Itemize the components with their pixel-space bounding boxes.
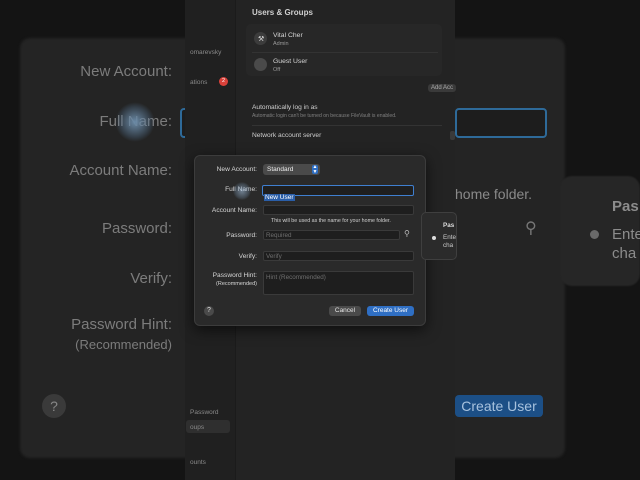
bg-key-icon: ⚲ (525, 220, 537, 237)
account-name-hint: This will be used as the name for your h… (271, 218, 391, 224)
cursor-highlight (233, 182, 251, 200)
divider (252, 125, 442, 126)
password-placeholder: Required (266, 232, 292, 239)
guest-user-status: Off (273, 67, 281, 73)
bg-cursor-highlight (115, 102, 155, 142)
network-server-button[interactable] (450, 131, 455, 140)
bg-hint-label: Password Hint: (71, 316, 172, 333)
sidebar-item-notifications[interactable]: ations (190, 79, 207, 86)
hint-sublabel: (Recommended) (216, 281, 257, 287)
verify-label: Verify: (238, 253, 257, 260)
new-account-dialog: New Account: Standard ▲▼ Full Name: New … (194, 155, 426, 326)
account-name-label: Account Name: (211, 207, 257, 214)
create-user-button[interactable]: Create User (367, 306, 414, 316)
bg-full-name-field-right (455, 108, 547, 138)
guest-user-name[interactable]: Guest User (273, 58, 307, 65)
user-name[interactable]: Vital Cher (273, 32, 303, 39)
verify-field[interactable]: Verify (263, 251, 414, 261)
bg-hint-sublabel: (Recommended) (75, 337, 172, 352)
cancel-button[interactable]: Cancel (329, 306, 361, 316)
account-name-field[interactable] (263, 205, 414, 215)
auto-login-label: Automatically log in as (252, 104, 318, 111)
verify-placeholder: Verify (266, 253, 282, 260)
bg-new-account-label: New Account: (80, 63, 172, 80)
new-account-label: New Account: (216, 166, 257, 173)
page-title: Users & Groups (252, 8, 313, 17)
bg-popover-title: Pas (612, 198, 639, 215)
hint-placeholder: Hint (Recommended) (266, 274, 326, 281)
sidebar-item-accounts[interactable]: ounts (190, 459, 206, 466)
full-name-value: New User (264, 194, 295, 201)
hint-label: Password Hint: (212, 272, 257, 279)
divider (252, 52, 438, 53)
auto-login-note: Automatic login can't be turned on becau… (252, 113, 397, 119)
chevron-updown-icon: ▲ ▼ (312, 164, 318, 175)
full-name-field[interactable]: New User (262, 185, 414, 201)
popover-title: Pas (443, 222, 455, 229)
bg-popover-line2: cha (612, 245, 637, 262)
user-icon: ⚒ (258, 36, 265, 43)
sidebar-item-groups[interactable]: oups (190, 424, 204, 431)
network-server-label: Network account server (252, 132, 322, 139)
popover-bullet (432, 236, 436, 240)
sidebar-item-user[interactable]: omarevsky (190, 49, 221, 56)
password-field[interactable]: Required (263, 230, 400, 240)
add-account-button[interactable]: Add Acc (428, 84, 457, 92)
bg-create-user-button: Create User (455, 395, 543, 417)
bg-password-label: Password: (101, 220, 172, 237)
guest-avatar (254, 58, 267, 71)
account-type-value: Standard (267, 166, 294, 173)
bg-home-folder-text: home folder. (455, 186, 533, 202)
bg-verify-label: Verify: (130, 270, 172, 287)
popover-line1: Ente (443, 234, 456, 241)
bg-popover-line1: Ente (612, 226, 640, 243)
bg-account-name-label: Account Name: (69, 162, 172, 179)
sidebar-item-password[interactable]: Password (190, 409, 219, 416)
hint-field[interactable]: Hint (Recommended) (263, 271, 414, 295)
password-label: Password: (226, 232, 257, 239)
popover-line2: cha (443, 242, 454, 249)
help-icon[interactable]: ? (204, 306, 214, 316)
bg-help-icon: ? (42, 394, 66, 418)
user-role: Admin (273, 41, 289, 47)
bg-popover-bullet (590, 230, 599, 239)
sidebar-badge: 2 (219, 77, 228, 86)
account-type-select[interactable]: Standard ▲ ▼ (263, 164, 320, 175)
key-icon[interactable]: ⚲ (404, 229, 410, 238)
